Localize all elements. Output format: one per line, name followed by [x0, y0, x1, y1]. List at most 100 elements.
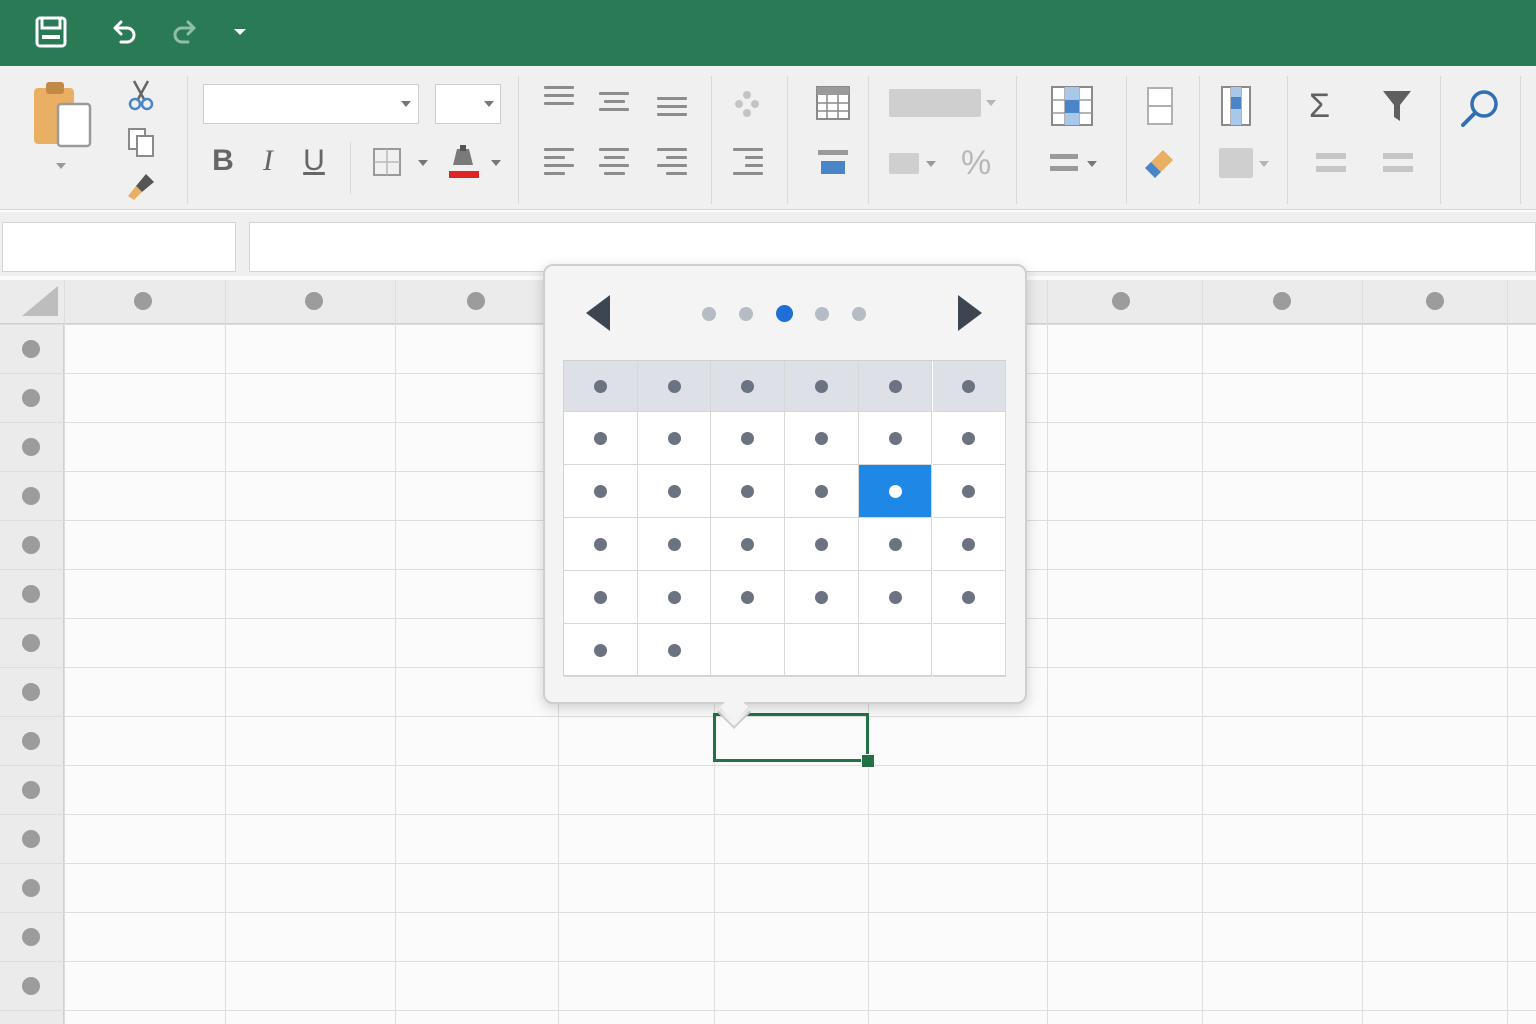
calendar-day[interactable] [637, 465, 712, 518]
chevron-down-icon[interactable] [484, 101, 494, 107]
align-top-icon[interactable] [544, 86, 574, 110]
insert-cells-icon[interactable] [1144, 86, 1176, 126]
italic-button[interactable]: I [253, 144, 283, 178]
number-format-select[interactable] [889, 89, 981, 117]
chevron-down-icon[interactable] [1259, 161, 1269, 167]
next-month-button[interactable] [958, 295, 982, 331]
calendar-day[interactable] [711, 571, 786, 624]
column-header[interactable] [305, 292, 323, 310]
fill-color-icon[interactable] [446, 142, 482, 182]
row-header[interactable] [22, 486, 40, 505]
cut-icon[interactable] [124, 78, 158, 112]
row-header[interactable] [22, 633, 40, 652]
previous-month-button[interactable] [586, 295, 610, 331]
calendar-day[interactable] [637, 571, 712, 624]
bold-button[interactable]: B [208, 144, 238, 178]
align-bottom-icon[interactable] [657, 97, 687, 121]
format-painter-icon[interactable] [122, 168, 160, 206]
calendar-day[interactable] [932, 518, 1007, 571]
borders-dropdown-icon[interactable] [418, 160, 428, 166]
row-header[interactable] [22, 437, 40, 456]
calendar-day[interactable] [564, 571, 638, 624]
copy-icon[interactable] [124, 124, 158, 160]
clear-format-icon[interactable] [1142, 146, 1180, 182]
align-left-icon[interactable] [544, 148, 574, 180]
calendar-day[interactable] [564, 624, 638, 677]
row-header[interactable] [22, 682, 40, 701]
autosum-button[interactable]: Σ [1309, 86, 1330, 126]
align-center-icon[interactable] [599, 148, 629, 180]
select-all-button[interactable] [22, 286, 58, 316]
fill-color-dropdown-icon[interactable] [491, 160, 501, 166]
row-header[interactable] [22, 584, 40, 603]
calendar-day[interactable] [932, 412, 1007, 465]
column-header[interactable] [1426, 292, 1444, 310]
paste-icon[interactable] [28, 78, 94, 150]
paste-dropdown-icon[interactable] [56, 163, 66, 169]
calendar-day[interactable] [564, 518, 638, 571]
page-indicator[interactable] [739, 307, 753, 321]
search-icon[interactable] [1458, 86, 1502, 130]
align-right-icon[interactable] [657, 148, 687, 180]
page-indicator-active[interactable] [775, 305, 793, 322]
chevron-down-icon[interactable] [986, 100, 996, 106]
undo-icon[interactable] [103, 12, 143, 52]
calendar-day[interactable] [711, 412, 786, 465]
page-indicator[interactable] [815, 307, 829, 321]
calendar-day[interactable] [637, 412, 712, 465]
chevron-down-icon[interactable] [401, 101, 411, 107]
row-header[interactable] [22, 927, 40, 946]
column-header[interactable] [134, 292, 152, 310]
delete-cells-icon[interactable] [1218, 84, 1254, 128]
font-name-select[interactable] [203, 84, 419, 124]
merge-cells-icon[interactable] [815, 148, 851, 176]
calendar-day[interactable] [711, 518, 786, 571]
calendar-day[interactable] [858, 571, 933, 624]
clear-icon[interactable] [1380, 150, 1416, 176]
calendar-day[interactable] [858, 518, 933, 571]
calendar-day[interactable] [785, 571, 859, 624]
row-header[interactable] [22, 829, 40, 848]
calendar-day[interactable] [932, 571, 1007, 624]
calendar-day[interactable] [932, 465, 1007, 518]
row-header[interactable] [22, 976, 40, 995]
redo-icon[interactable] [166, 12, 206, 52]
currency-format-icon[interactable] [889, 153, 919, 174]
percent-button[interactable]: % [961, 144, 991, 182]
calendar-day[interactable] [637, 518, 712, 571]
column-header[interactable] [1273, 292, 1291, 310]
row-header[interactable] [22, 878, 40, 897]
row-header[interactable] [22, 535, 40, 554]
save-icon[interactable] [31, 12, 71, 52]
row-header[interactable] [22, 731, 40, 750]
page-indicator[interactable] [852, 307, 866, 321]
calendar-day[interactable] [711, 465, 786, 518]
table-format-icon[interactable] [814, 84, 852, 122]
fill-handle[interactable] [861, 754, 875, 768]
orientation-icon[interactable] [731, 86, 763, 122]
calendar-day[interactable] [637, 624, 712, 677]
filter-icon[interactable] [1380, 88, 1414, 124]
calendar-day[interactable] [858, 412, 933, 465]
customize-dropdown-icon[interactable] [220, 12, 260, 52]
cell-styles-icon[interactable] [1047, 152, 1081, 174]
row-header[interactable] [22, 339, 40, 358]
row-header[interactable] [22, 780, 40, 799]
calendar-day[interactable] [785, 465, 859, 518]
underline-button[interactable]: U [299, 144, 329, 178]
conditional-formatting-icon[interactable] [1049, 84, 1095, 128]
page-indicator[interactable] [702, 307, 716, 321]
indent-icon[interactable] [733, 148, 763, 180]
calendar-day[interactable] [785, 518, 859, 571]
calendar-day[interactable] [785, 412, 859, 465]
calendar-day-selected[interactable] [858, 465, 933, 518]
calendar-day[interactable] [564, 412, 638, 465]
row-header[interactable] [22, 388, 40, 407]
calendar-day[interactable] [564, 465, 638, 518]
align-middle-icon[interactable] [599, 92, 629, 116]
format-cells-icon[interactable] [1219, 148, 1253, 178]
column-header[interactable] [1112, 292, 1130, 310]
chevron-down-icon[interactable] [926, 161, 936, 167]
borders-icon[interactable] [369, 144, 405, 180]
fill-icon[interactable] [1313, 150, 1349, 176]
